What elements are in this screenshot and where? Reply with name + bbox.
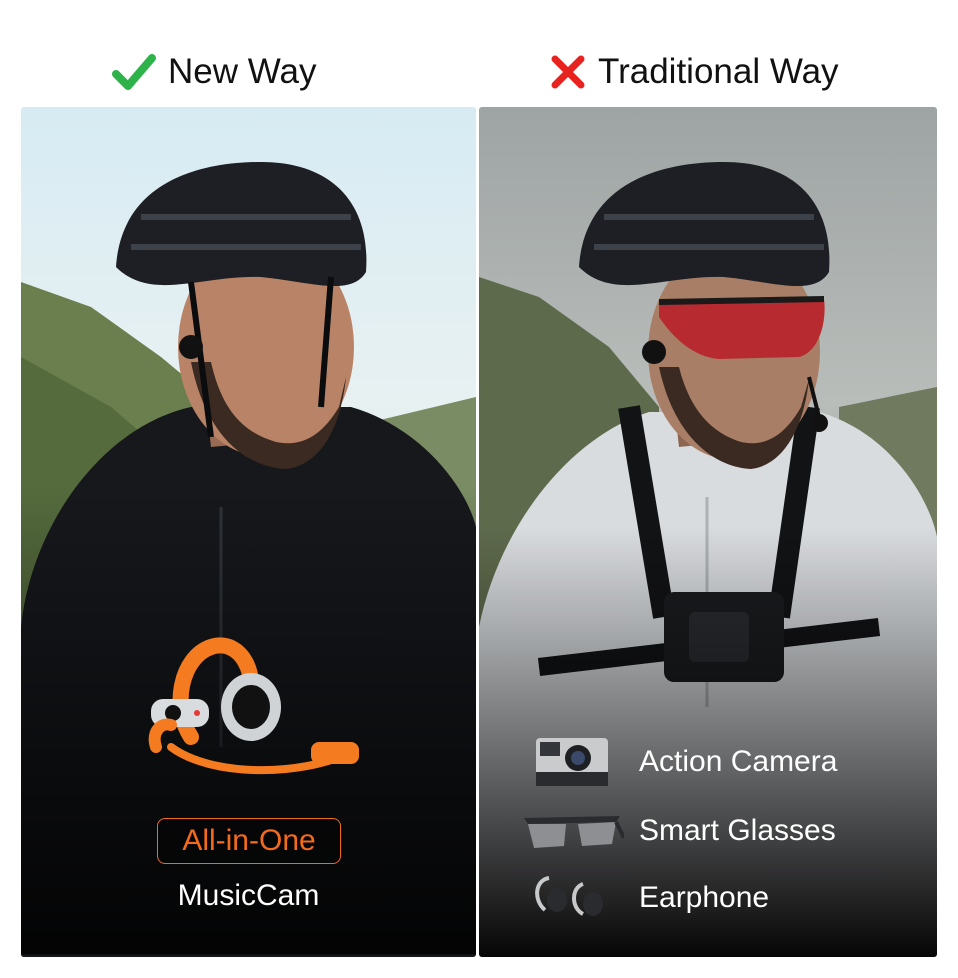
traditional-way-title: Traditional Way: [598, 52, 839, 91]
accessory-label: Action Camera: [639, 745, 838, 778]
new-way-photo-panel: All-in-One MusicCam: [21, 107, 476, 957]
accessory-item: Smart Glasses: [519, 801, 919, 861]
smart-glasses-icon: [519, 801, 625, 861]
accessory-label: Smart Glasses: [639, 814, 836, 847]
new-way-title: New Way: [168, 52, 317, 91]
traditional-way-heading: Traditional Way: [550, 48, 839, 96]
cross-icon: [551, 55, 585, 89]
traditional-way-photo-panel: Action Camera Smart Glasses Earphone: [479, 107, 937, 957]
action-camera-icon: [519, 732, 625, 792]
product-name: MusicCam: [177, 879, 320, 912]
new-way-heading: New Way: [112, 48, 316, 96]
check-icon: [112, 54, 156, 90]
earphone-icon: [519, 868, 625, 928]
all-in-one-badge: All-in-One: [157, 818, 341, 864]
accessory-label: Earphone: [639, 881, 770, 914]
accessory-item: Action Camera: [519, 732, 919, 792]
accessory-item: Earphone: [519, 868, 919, 928]
